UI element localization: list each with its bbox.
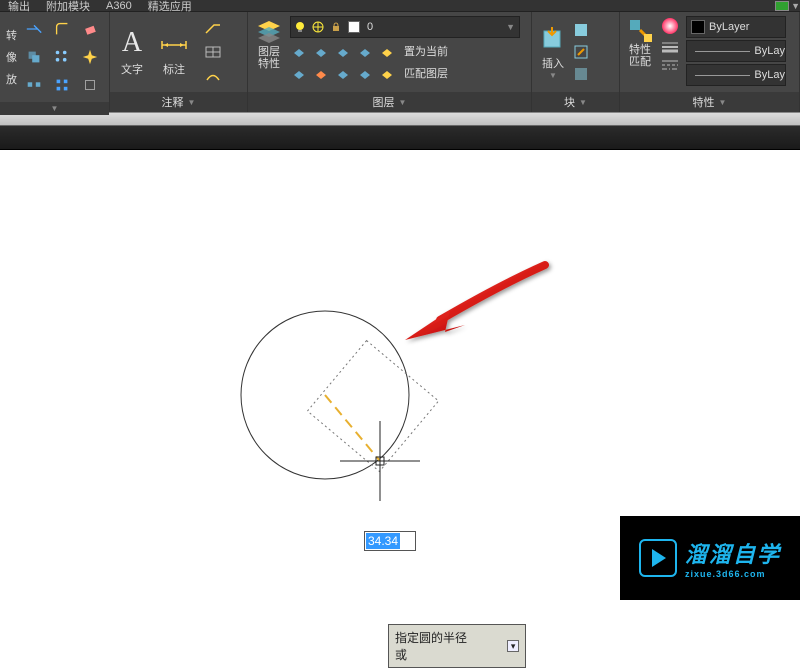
dimension-label: 标注 bbox=[163, 61, 185, 77]
attrib-button[interactable] bbox=[572, 65, 590, 83]
edit-block-button[interactable] bbox=[572, 43, 590, 61]
insert-label: 插入 bbox=[542, 55, 564, 71]
layer-color-swatch bbox=[348, 21, 360, 33]
annotate-panel-title: 注释 bbox=[162, 94, 184, 110]
layer-dropdown-arrow[interactable]: ▼ bbox=[506, 22, 515, 32]
layer-current-button[interactable] bbox=[378, 42, 396, 60]
layer-props-label: 图层 特性 bbox=[258, 46, 280, 70]
radius-value: 34.34 bbox=[366, 533, 400, 549]
layer-freeze-icon bbox=[311, 20, 325, 34]
annotation-arrow bbox=[405, 265, 545, 340]
text-button[interactable]: A 文字 bbox=[116, 27, 148, 77]
layer-lock-button[interactable] bbox=[334, 42, 352, 60]
modify-scale-label: 放 bbox=[6, 71, 17, 87]
explode-button[interactable] bbox=[77, 44, 103, 70]
layer-on-button[interactable] bbox=[290, 64, 308, 82]
tooltip-down-icon[interactable]: ▾ bbox=[507, 640, 519, 652]
dimension-icon bbox=[158, 27, 190, 59]
layer-visibility-icon bbox=[293, 20, 307, 34]
offset-button[interactable] bbox=[77, 72, 103, 98]
text-icon: A bbox=[116, 27, 148, 59]
match-props-label: 特性 匹配 bbox=[629, 44, 651, 68]
insert-block-button[interactable]: 插入 ▼ bbox=[538, 25, 568, 80]
color-select[interactable]: ByLayer bbox=[686, 16, 786, 38]
quick-color-dropdown[interactable]: ▼ bbox=[791, 1, 800, 11]
watermark-url: zixue.3d66.com bbox=[685, 569, 766, 579]
layers-expand[interactable]: ▼ bbox=[399, 98, 407, 107]
properties-panel-title: 特性 bbox=[693, 94, 715, 110]
blocks-expand[interactable]: ▼ bbox=[579, 98, 587, 107]
layer-properties-button[interactable]: 图层 特性 bbox=[254, 16, 284, 70]
layer-unlock-button[interactable] bbox=[334, 64, 352, 82]
layer-thaw-button[interactable] bbox=[312, 64, 330, 82]
insert-icon bbox=[538, 25, 568, 55]
linetype-icon[interactable] bbox=[660, 58, 680, 72]
crosshair-pickbox bbox=[376, 457, 384, 465]
layer-isolate-button[interactable] bbox=[356, 42, 374, 60]
layer-off-button[interactable] bbox=[290, 42, 308, 60]
match-layer-label[interactable]: 匹配图层 bbox=[404, 65, 448, 81]
current-layer-name: 0 bbox=[363, 21, 373, 33]
watermark: 溜溜自学 zixue.3d66.com bbox=[620, 516, 800, 600]
leader-button[interactable] bbox=[200, 18, 226, 38]
set-current-label[interactable]: 置为当前 bbox=[404, 43, 448, 59]
drawn-circle bbox=[241, 311, 409, 479]
lineweight-value: ByLay bbox=[754, 45, 785, 57]
command-tooltip: 指定圆的半径或 ▾ bbox=[388, 624, 526, 668]
layer-properties-icon bbox=[254, 16, 284, 46]
trim-button[interactable] bbox=[21, 16, 47, 42]
table-button[interactable] bbox=[200, 42, 226, 62]
dynamic-box bbox=[307, 341, 438, 472]
modify-rotate-label: 转 bbox=[6, 27, 17, 43]
quick-color-swatch[interactable] bbox=[775, 1, 789, 11]
radius-input[interactable]: 34.34 bbox=[364, 531, 416, 551]
stretch-button[interactable] bbox=[21, 72, 47, 98]
radius-rubberband bbox=[325, 395, 380, 461]
tab-a360[interactable]: A360 bbox=[98, 0, 140, 12]
layer-unisolate-button[interactable] bbox=[356, 64, 374, 82]
modify-mirror-label: 像 bbox=[6, 49, 17, 65]
drawing-canvas[interactable]: 34.34 指定圆的半径或 ▾ 溜溜自学 zixue.3d66.com bbox=[0, 150, 800, 600]
color-value: ByLayer bbox=[709, 21, 749, 33]
copy-button[interactable] bbox=[21, 44, 47, 70]
watermark-name: 溜溜自学 bbox=[685, 537, 781, 569]
modify-expand[interactable]: ▼ bbox=[51, 104, 59, 113]
text-label: 文字 bbox=[121, 61, 143, 77]
grid-button[interactable] bbox=[49, 72, 75, 98]
watermark-logo bbox=[639, 539, 677, 577]
command-prompt-text: 指定圆的半径或 bbox=[395, 629, 477, 663]
layer-freeze-button[interactable] bbox=[312, 42, 330, 60]
fillet-button[interactable] bbox=[49, 16, 75, 42]
linetype-select[interactable]: ByLay bbox=[686, 64, 786, 86]
layers-panel-title: 图层 bbox=[373, 94, 395, 110]
arc-dim-button[interactable] bbox=[200, 66, 226, 86]
color-swatch-black bbox=[691, 20, 705, 34]
erase-button[interactable] bbox=[77, 16, 103, 42]
properties-expand[interactable]: ▼ bbox=[719, 98, 727, 107]
create-block-button[interactable] bbox=[572, 21, 590, 39]
linetype-preview bbox=[695, 75, 750, 76]
layer-match-button[interactable] bbox=[378, 64, 396, 82]
lineweight-icon[interactable] bbox=[660, 40, 680, 54]
lineweight-select[interactable]: ByLay bbox=[686, 40, 786, 62]
match-props-icon bbox=[626, 16, 654, 44]
array-button[interactable] bbox=[49, 44, 75, 70]
layer-lock-icon bbox=[329, 20, 343, 34]
annotate-expand[interactable]: ▼ bbox=[188, 98, 196, 107]
color-wheel-icon[interactable] bbox=[660, 16, 680, 36]
linetype-value: ByLay bbox=[754, 69, 785, 81]
layer-selector[interactable]: 0 ▼ bbox=[290, 16, 520, 38]
dimension-button[interactable]: 标注 bbox=[158, 27, 190, 77]
lineweight-preview bbox=[695, 51, 750, 52]
blocks-panel-title: 块 bbox=[564, 94, 575, 110]
match-properties-button[interactable]: 特性 匹配 bbox=[626, 16, 654, 68]
